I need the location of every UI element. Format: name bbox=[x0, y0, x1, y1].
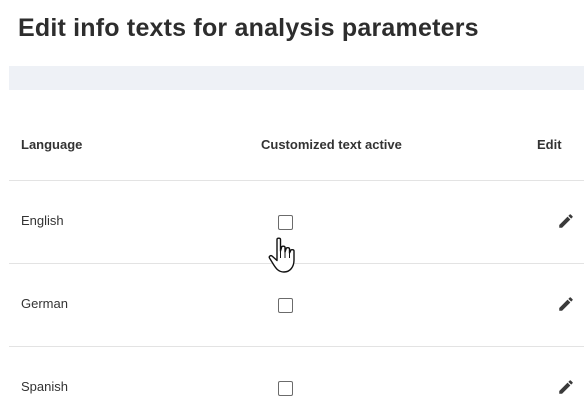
customized-text-active-checkbox[interactable] bbox=[278, 298, 293, 313]
edit-info-texts-page: Edit info texts for analysis parameters … bbox=[0, 0, 584, 414]
pencil-icon[interactable] bbox=[557, 295, 575, 313]
pencil-icon[interactable] bbox=[557, 212, 575, 230]
subheader-bar bbox=[9, 66, 584, 90]
language-cell: German bbox=[21, 296, 68, 311]
language-cell: English bbox=[21, 213, 64, 228]
column-header-edit: Edit bbox=[537, 137, 562, 152]
table-row: Spanish bbox=[9, 347, 584, 414]
table-row: German bbox=[9, 264, 584, 347]
table-row: English bbox=[9, 181, 584, 264]
customized-text-active-checkbox[interactable] bbox=[278, 381, 293, 396]
customized-text-active-checkbox[interactable] bbox=[278, 215, 293, 230]
column-header-customized-text-active: Customized text active bbox=[261, 137, 402, 152]
language-cell: Spanish bbox=[21, 379, 68, 394]
pencil-icon[interactable] bbox=[557, 378, 575, 396]
table-header-row: Language Customized text active Edit bbox=[9, 90, 584, 181]
info-texts-table: Language Customized text active Edit Eng… bbox=[9, 90, 584, 414]
column-header-language: Language bbox=[21, 137, 83, 152]
page-title: Edit info texts for analysis parameters bbox=[18, 14, 479, 42]
